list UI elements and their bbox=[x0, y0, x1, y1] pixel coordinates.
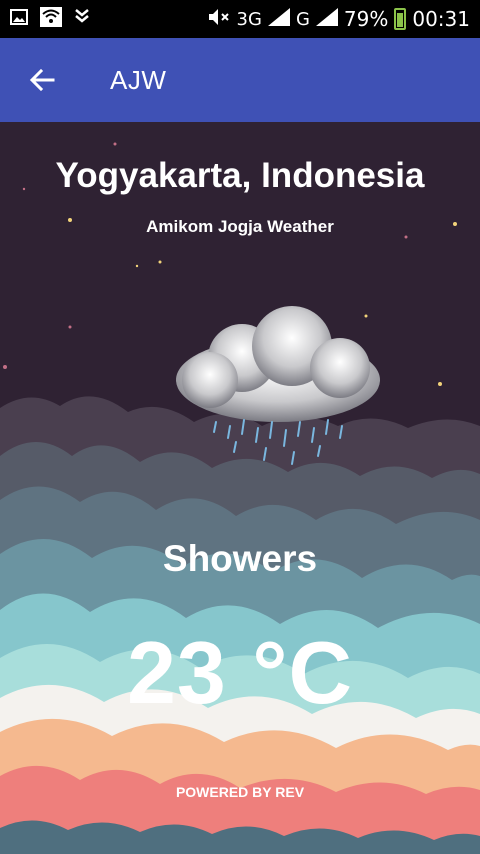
signal-icon bbox=[267, 7, 290, 31]
battery-percent: 79% bbox=[343, 7, 389, 31]
rain-cloud-icon bbox=[156, 302, 400, 472]
location-title: Yogyakarta, Indonesia bbox=[55, 156, 425, 195]
signal-type: G bbox=[295, 8, 310, 30]
mute-icon bbox=[207, 7, 231, 32]
gallery-notification-icon bbox=[10, 9, 28, 29]
app-bar: AJW bbox=[0, 38, 480, 122]
battery-icon bbox=[394, 8, 407, 30]
status-bar: 3G G 79% 00:31 bbox=[0, 0, 480, 38]
network-type: 3G bbox=[236, 8, 262, 30]
arrow-back-icon[interactable] bbox=[26, 64, 58, 96]
wifi-icon bbox=[40, 7, 62, 31]
weather-condition: Showers bbox=[162, 538, 318, 579]
download-icon bbox=[74, 8, 90, 30]
clock: 00:31 bbox=[412, 7, 470, 31]
location-subtitle: Amikom Jogja Weather bbox=[146, 217, 334, 236]
weather-scene: Yogyakarta, Indonesia Amikom Jogja Weath… bbox=[0, 122, 480, 854]
app-title: AJW bbox=[110, 64, 167, 95]
signal-icon-2 bbox=[315, 7, 338, 31]
powered-by-label: POWERED BY REV bbox=[175, 784, 305, 800]
temperature: 23 °C bbox=[126, 623, 354, 722]
